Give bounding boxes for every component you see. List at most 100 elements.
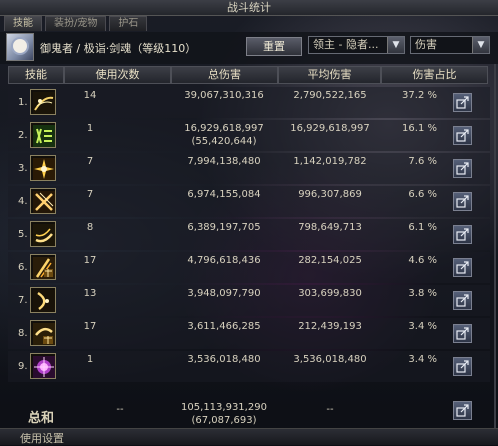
average-damage-value: 798,649,713 (298, 222, 362, 233)
share-icon (456, 195, 469, 208)
average-damage-value: 303,699,830 (298, 288, 362, 299)
purple-flare-icon (30, 353, 56, 379)
total-damage-subvalue: (55,420,644) (191, 136, 257, 147)
target-select-value: 领主 - 隐者... (313, 38, 379, 51)
total-damage-value: 3,611,466,285 (187, 321, 261, 332)
row-index: 9. (18, 361, 28, 372)
row-index: 4. (18, 196, 28, 207)
damage-share-value: 7.6 % (408, 156, 437, 167)
metric-select-value: 伤害 (415, 38, 437, 51)
avatar (6, 33, 34, 61)
row-index: 5. (18, 229, 28, 240)
tab-bar: 技能 装扮/宠物 护石 (4, 16, 148, 31)
damage-share-value: 6.1 % (408, 222, 437, 233)
column-header-skill: 技能 (8, 66, 64, 84)
sword-slash-icon (30, 89, 56, 115)
damage-share-value: 3.4 % (408, 321, 437, 332)
row-index: 2. (18, 130, 28, 141)
column-header-average: 平均伤害 (278, 66, 381, 84)
share-button[interactable] (453, 291, 472, 310)
share-icon (456, 129, 469, 142)
share-button[interactable] (453, 324, 472, 343)
damage-share-value: 37.2 % (402, 90, 437, 101)
average-damage-value: 212,439,193 (298, 321, 362, 332)
crescent-wave-icon (30, 221, 56, 247)
share-button[interactable] (453, 401, 472, 420)
row-index: 3. (18, 163, 28, 174)
table-row: 3. 7 7,994,138,480 1,142,019,782 7.6 % (0, 152, 498, 185)
share-button[interactable] (453, 225, 472, 244)
table-row: 1. 14 39,067,310,316 2,790,522,165 37.2 … (0, 86, 498, 119)
damage-share-value: 6.6 % (408, 189, 437, 200)
metric-select[interactable]: 伤害 ▼ (410, 36, 490, 54)
row-index: 6. (18, 262, 28, 273)
window-title: 战斗统计 (0, 0, 498, 16)
damage-share-value: 4.6 % (408, 255, 437, 266)
reset-button[interactable]: 重置 (246, 37, 302, 56)
summary-total-sub: (67,087,693) (191, 415, 257, 426)
uses-value: 8 (86, 222, 94, 233)
summary-label: 总和 (28, 411, 55, 426)
summary-uses: -- (116, 404, 124, 415)
average-damage-value: 2,790,522,165 (293, 90, 367, 101)
target-select[interactable]: 领主 - 隐者... ▼ (308, 36, 405, 54)
uses-value: 1 (86, 123, 94, 134)
share-button[interactable] (453, 159, 472, 178)
table-row: 8. 17 3,611,466,285 212,439,193 3.4 % (0, 317, 498, 350)
summary-total: 105,113,931,290 (181, 402, 267, 413)
column-header-share: 伤害占比 (381, 66, 488, 84)
uses-value: 1 (86, 354, 94, 365)
lightning-burst-icon (30, 155, 56, 181)
share-icon (456, 404, 469, 417)
uses-value: 14 (83, 90, 97, 101)
chevron-down-icon[interactable]: ▼ (387, 37, 404, 53)
row-index: 1. (18, 97, 28, 108)
total-damage-value: 7,994,138,480 (187, 156, 261, 167)
share-icon (456, 261, 469, 274)
column-header-total: 总伤害 (171, 66, 278, 84)
total-damage-value: 16,929,618,997 (184, 123, 264, 134)
uses-value: 7 (86, 189, 94, 200)
total-damage-value: 3,536,018,480 (187, 354, 261, 365)
scrollbar[interactable] (494, 64, 496, 428)
uses-value: 17 (83, 255, 97, 266)
share-button[interactable] (453, 357, 472, 376)
tab-skills[interactable]: 技能 (4, 16, 42, 31)
chevron-down-icon[interactable]: ▼ (472, 37, 489, 53)
tab-talisman[interactable]: 护石 (109, 16, 148, 31)
tab-costume-pet[interactable]: 装扮/宠物 (45, 16, 107, 31)
damage-share-value: 3.8 % (408, 288, 437, 299)
row-index: 7. (18, 295, 28, 306)
average-damage-value: 1,142,019,782 (293, 156, 367, 167)
crescent-strike-icon (30, 287, 56, 313)
average-damage-value: 282,154,025 (298, 255, 362, 266)
table-row: 6. 17 4,796,618,436 282,154,025 4.6 % (0, 251, 498, 284)
uses-value: 13 (83, 288, 97, 299)
share-icon (456, 96, 469, 109)
share-button[interactable] (453, 258, 472, 277)
share-icon (456, 228, 469, 241)
skill-damage-table: 技能 使用次数 总伤害 平均伤害 伤害占比 1. 14 39,067,310,3… (0, 64, 498, 428)
flowing-moon-icon (30, 320, 56, 346)
summary-average: -- (326, 404, 334, 415)
share-icon (456, 327, 469, 340)
average-damage-value: 996,307,869 (298, 189, 362, 200)
share-button[interactable] (453, 192, 472, 211)
total-damage-value: 3,948,097,790 (187, 288, 261, 299)
average-damage-value: 16,929,618,997 (290, 123, 370, 134)
share-icon (456, 162, 469, 175)
green-rune-icon (30, 122, 56, 148)
row-index: 8. (18, 328, 28, 339)
share-button[interactable] (453, 126, 472, 145)
table-row: 2. 1 16,929,618,997 (55,420,644) 16,929,… (0, 119, 498, 152)
total-damage-value: 39,067,310,316 (184, 90, 264, 101)
character-header: 御鬼者 / 极诣·剑魂（等级110） 重置 领主 - 隐者... ▼ 伤害 ▼ (0, 32, 498, 64)
damage-share-value: 3.4 % (408, 354, 437, 365)
average-damage-value: 3,536,018,480 (293, 354, 367, 365)
damage-share-value: 16.1 % (402, 123, 437, 134)
character-name: 御鬼者 / 极诣·剑魂（等级110） (40, 42, 197, 55)
share-icon (456, 360, 469, 373)
table-row: 7. 13 3,948,097,790 303,699,830 3.8 % (0, 284, 498, 317)
table-row: 9. 1 3,536,018,480 3,536,018,480 3.4 % (0, 350, 498, 383)
share-button[interactable] (453, 93, 472, 112)
